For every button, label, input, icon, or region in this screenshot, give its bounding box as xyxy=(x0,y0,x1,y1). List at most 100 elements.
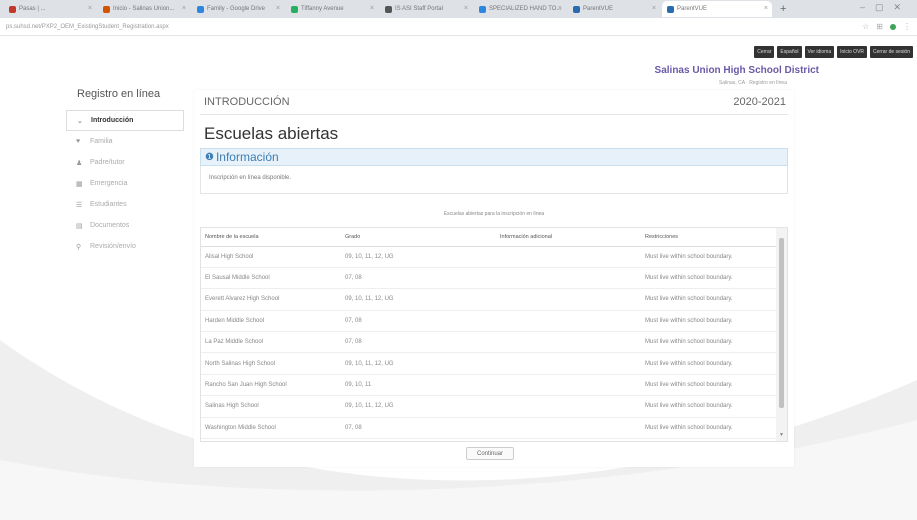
sidebar-item-padre-tutor[interactable]: ♟ Padre/tutor xyxy=(66,152,184,173)
column-header: Grado xyxy=(341,228,496,247)
table-cell: 07, 08 xyxy=(341,267,496,290)
extension-icon[interactable]: ⊞ xyxy=(876,22,883,31)
sidebar-item-familia[interactable]: ♥ Familia xyxy=(66,131,184,152)
info-icon: ❶ xyxy=(205,151,214,163)
sidebar-item-estudiantes[interactable]: ☰ Estudiantes xyxy=(66,194,184,215)
table-row: North Salinas High School 09, 10, 11, 12,… xyxy=(201,352,777,375)
header-button[interactable]: Cerrar xyxy=(754,46,775,58)
tab-favicon-icon xyxy=(385,5,392,13)
browser-tab[interactable]: Pasas | ... × xyxy=(4,1,96,17)
table-cell: Must live within school boundary. xyxy=(641,417,777,440)
table-row: Rancho San Juan High School 09, 10, 11 Mus… xyxy=(201,374,777,397)
sidebar-item-revision[interactable]: ⚲ Revisión/envío xyxy=(66,236,184,257)
tab-close-icon[interactable]: × xyxy=(182,5,186,12)
table-cell: Must live within school boundary. xyxy=(641,352,777,375)
window-controls[interactable]: –▢✕ xyxy=(860,2,911,13)
table-cell xyxy=(496,417,641,440)
menu-icon[interactable]: ⋮ xyxy=(903,22,911,31)
table-cell: Harden Middle School xyxy=(201,310,341,333)
table-cell: Salinas High School xyxy=(201,395,341,418)
table-row: Alisal High School 09, 10, 11, 12, UG Must… xyxy=(201,246,777,268)
table-row: La Paz Middle School 07, 08 Must live with… xyxy=(201,331,777,354)
table-cell: 07, 08 xyxy=(341,310,496,333)
star-icon[interactable]: ☆ xyxy=(862,22,869,31)
browser-tab[interactable]: ParentVUE × xyxy=(568,1,660,17)
students-icon: ☰ xyxy=(76,201,83,209)
scrollbar-thumb[interactable] xyxy=(779,238,784,408)
emergency-icon: ▦ xyxy=(76,180,83,188)
review-icon: ⚲ xyxy=(76,243,82,251)
table-scrollbar[interactable]: ▼ xyxy=(776,228,787,441)
tab-close-icon[interactable]: × xyxy=(370,5,374,12)
header-button[interactable]: Ver idioma xyxy=(804,46,835,58)
browser-tab[interactable]: Tiffanny Avenue × xyxy=(286,1,378,17)
tab-label: Family - Google Drive xyxy=(207,6,266,12)
district-subtitle: Salinas, CA · Registro en línea xyxy=(718,80,787,86)
tab-close-icon[interactable]: × xyxy=(558,5,562,12)
table-cell: Must live within school boundary. xyxy=(641,374,777,397)
browser-tab[interactable]: IS ASI Staff Portal × xyxy=(380,1,472,17)
table-cell xyxy=(496,267,641,290)
table-cell: Must live within school boundary. xyxy=(641,331,777,354)
tab-close-icon[interactable]: × xyxy=(652,5,656,12)
new-tab-button[interactable]: + xyxy=(780,3,786,15)
table-cell: Must live within school boundary. xyxy=(641,267,777,290)
table-cell: 09, 10, 11, 12, UG xyxy=(341,288,496,311)
browser-tab-bar: Pasas | ... × Inicio - Salinas Union... × Fa… xyxy=(0,0,917,18)
address-bar[interactable]: ps.suhsd.net/PXP2_OEM_ExistingStudent_Re… xyxy=(0,18,917,36)
tab-favicon-icon xyxy=(197,5,204,13)
header-button[interactable]: Inicio OVR xyxy=(837,46,868,58)
table-cell xyxy=(496,288,641,311)
scroll-down-arrow-icon[interactable]: ▼ xyxy=(779,432,784,438)
browser-tab[interactable]: ParentVUE × xyxy=(662,1,772,17)
table-cell: Must live within school boundary. xyxy=(641,395,777,418)
tab-label: IS ASI Staff Portal xyxy=(395,6,443,12)
table-row: Salinas High School 09, 10, 11, 12, UG Mus… xyxy=(201,395,777,418)
browser-toolbar-icons: ☆ ⊞ ⋮ xyxy=(862,22,911,31)
table-cell xyxy=(496,395,641,418)
district-name: Salinas Union High School District xyxy=(654,65,819,76)
browser-tab[interactable]: Family - Google Drive × xyxy=(192,1,284,17)
sidebar-item-introduccion[interactable]: ⌄ Introducción xyxy=(66,110,184,131)
table-cell: 07, 08 xyxy=(341,417,496,440)
sidebar-item-label: Familia xyxy=(90,138,113,145)
info-panel-header: ❶ Información xyxy=(200,148,788,166)
tab-close-icon[interactable]: × xyxy=(88,5,92,12)
documents-icon: ▤ xyxy=(76,222,83,230)
info-title: Información xyxy=(215,150,279,164)
family-icon: ♥ xyxy=(76,138,81,145)
tab-label: ParentVUE xyxy=(677,6,708,12)
divider xyxy=(200,114,788,115)
column-header: Información adicional xyxy=(496,228,641,247)
url-text[interactable]: ps.suhsd.net/PXP2_OEM_ExistingStudent_Re… xyxy=(6,24,169,30)
tab-close-icon[interactable]: × xyxy=(276,5,280,12)
header-button[interactable]: Cerrar de sesión xyxy=(870,46,913,58)
table-cell: Alisal High School xyxy=(201,246,341,268)
table-cell xyxy=(496,310,641,333)
table-cell: 07, 08 xyxy=(341,331,496,354)
browser-tab[interactable]: SPECIALIZED HAND TO... × xyxy=(474,1,566,17)
tab-close-icon[interactable]: × xyxy=(764,5,768,12)
sidebar-item-documentos[interactable]: ▤ Documentos xyxy=(66,215,184,236)
browser-tab[interactable]: Inicio - Salinas Union... × xyxy=(98,1,190,17)
schools-table: Nombre de la escuela Grado Información a… xyxy=(200,227,788,442)
tab-close-icon[interactable]: × xyxy=(464,5,468,12)
table-row: Harden Middle School 07, 08 Must live with… xyxy=(201,310,777,333)
table-cell: Washington Middle School xyxy=(201,417,341,440)
tab-label: ParentVUE xyxy=(583,6,614,12)
table-cell: 09, 10, 11 xyxy=(341,374,496,397)
table-cell: 09, 10, 11, 12, UG xyxy=(341,246,496,268)
table-row: El Sausal Middle School 07, 08 Must live w… xyxy=(201,267,777,290)
header-button[interactable]: Español xyxy=(777,46,802,58)
section-title: INTRODUCCIÓN xyxy=(204,96,290,108)
sidebar-item-label: Estudiantes xyxy=(90,201,127,208)
table-cell: North Salinas High School xyxy=(201,352,341,375)
table-cell: 09, 10, 11, 12, UG xyxy=(341,395,496,418)
profile-avatar-icon[interactable] xyxy=(890,23,896,30)
continue-button[interactable]: Continuar xyxy=(466,447,514,460)
sidebar-item-emergencia[interactable]: ▦ Emergencia xyxy=(66,173,184,194)
table-cell: Everett Alvarez High School xyxy=(201,288,341,311)
school-year: 2020-2021 xyxy=(733,96,786,108)
header-buttons: Cerrar Español Ver idioma Inicio OVR Cer… xyxy=(754,46,913,58)
table-cell: Must live within school boundary. xyxy=(641,288,777,311)
